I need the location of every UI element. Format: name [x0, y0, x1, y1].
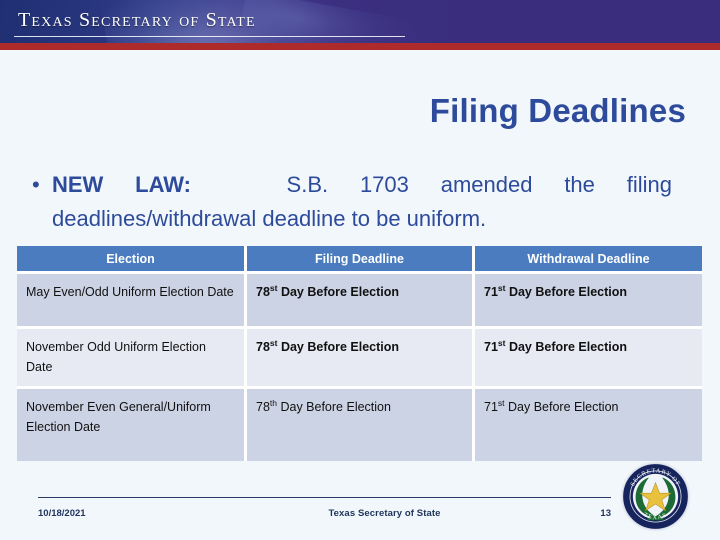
cell-election: November Even General/Uniform Election D…: [17, 388, 247, 461]
filing-day-text: Day Before Election: [277, 340, 400, 354]
withdrawal-day-text: Day Before Election: [504, 399, 619, 414]
banner-red-stripe: [0, 43, 720, 50]
page-title: Filing Deadlines: [429, 92, 686, 129]
bullet-line-1: NEW LAW: S.B. 1703 amended the filing: [52, 168, 672, 202]
bullet-text: NEW LAW: S.B. 1703 amended the filing de…: [52, 168, 672, 236]
withdrawal-day-number: 71: [484, 285, 498, 299]
footer-page-number: 13: [600, 507, 611, 519]
filing-deadlines-table: Election Filing Deadline Withdrawal Dead…: [17, 246, 702, 461]
withdrawal-day-text: Day Before Election: [505, 340, 628, 354]
cell-filing-deadline: 78st Day Before Election: [247, 274, 475, 329]
cell-election: November Odd Uniform Election Date: [17, 329, 247, 389]
column-header-filing-deadline: Filing Deadline: [247, 246, 475, 274]
bullet-lead-label: NEW LAW:: [52, 172, 191, 197]
footer: 10/18/2021 Texas Secretary of State 13: [38, 503, 611, 523]
withdrawal-day-text: Day Before Election: [505, 285, 628, 299]
column-header-withdrawal-deadline: Withdrawal Deadline: [475, 246, 702, 274]
cell-withdrawal-deadline: 71st Day Before Election: [475, 329, 702, 389]
cell-filing-deadline: 78st Day Before Election: [247, 329, 475, 389]
banner-underline: [14, 36, 405, 37]
bullet-line-2: deadlines/withdrawal deadline to be unif…: [52, 206, 487, 231]
cell-withdrawal-deadline: 71st Day Before Election: [475, 388, 702, 461]
site-banner: Texas Secretary of State: [0, 0, 720, 43]
footer-org-name: Texas Secretary of State: [328, 507, 441, 519]
filing-day-text: Day Before Election: [277, 399, 391, 414]
withdrawal-ordinal-suffix: st: [497, 397, 505, 408]
texas-secretary-of-state-seal-icon: SECRETARY OF TEXAS: [619, 460, 692, 533]
filing-day-number: 78: [256, 340, 270, 354]
filing-ordinal-suffix: th: [269, 397, 277, 408]
cell-election: May Even/Odd Uniform Election Date: [17, 274, 247, 329]
footer-divider: [38, 497, 611, 498]
cell-withdrawal-deadline: 71st Day Before Election: [475, 274, 702, 329]
bullet-item: • NEW LAW: S.B. 1703 amended the filing …: [32, 168, 672, 236]
withdrawal-day-number: 71: [484, 399, 498, 414]
table-row: May Even/Odd Uniform Election Date 78st …: [17, 274, 702, 329]
table-header-row: Election Filing Deadline Withdrawal Dead…: [17, 246, 702, 274]
table-row: November Odd Uniform Election Date 78st …: [17, 329, 702, 389]
footer-date: 10/18/2021: [38, 507, 86, 519]
filing-day-text: Day Before Election: [277, 285, 400, 299]
bullet-line-1-rest: S.B. 1703 amended the filing: [286, 172, 672, 197]
filing-day-number: 78: [256, 285, 270, 299]
filing-day-number: 78: [256, 399, 270, 414]
withdrawal-day-number: 71: [484, 340, 498, 354]
table-row: November Even General/Uniform Election D…: [17, 388, 702, 461]
column-header-election: Election: [17, 246, 247, 274]
bullet-block: • NEW LAW: S.B. 1703 amended the filing …: [32, 168, 672, 236]
cell-filing-deadline: 78th Day Before Election: [247, 388, 475, 461]
bullet-dot-icon: •: [32, 172, 40, 197]
banner-org-title: Texas Secretary of State: [18, 9, 256, 31]
